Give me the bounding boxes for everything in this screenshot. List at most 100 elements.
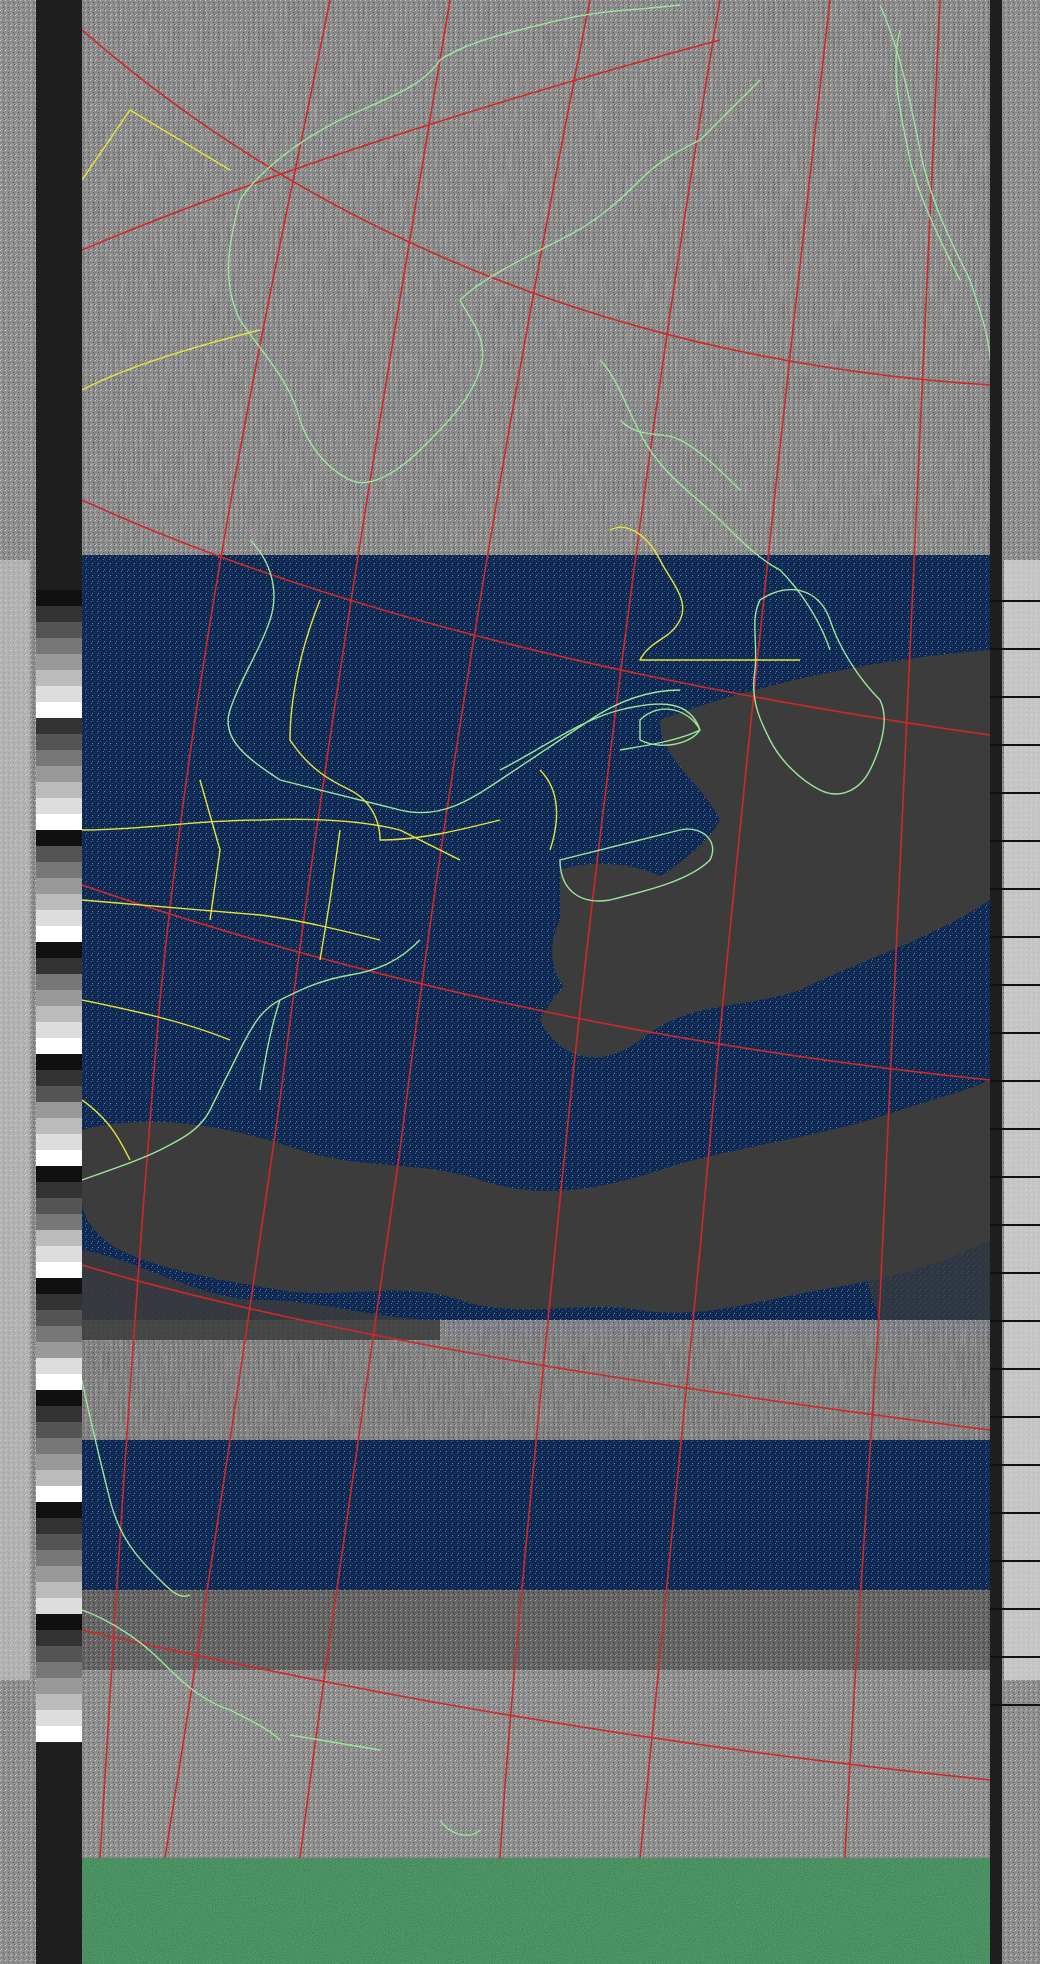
calibration-wedge-step [36,1598,82,1614]
left-calibration-strip [0,0,82,1964]
calibration-wedge-step [36,1198,82,1214]
calibration-wedge-step [36,1166,82,1182]
calibration-tick [990,1560,1040,1562]
calibration-wedge-step [36,702,82,718]
calibration-wedge-step [36,1262,82,1278]
calibration-wedge-step [36,782,82,798]
calibration-wedge-step [36,1662,82,1678]
calibration-wedge-step [36,1470,82,1486]
calibration-wedge-step [36,926,82,942]
calibration-wedge-step [36,1006,82,1022]
calibration-wedge-step [36,734,82,750]
calibration-wedge-step [36,814,82,830]
calibration-wedge-step [36,862,82,878]
calibration-tick [990,648,1040,650]
calibration-wedge-step [36,670,82,686]
calibration-wedge-step [36,1134,82,1150]
calibration-wedge-step [36,1246,82,1262]
calibration-tick [990,1128,1040,1130]
calibration-wedge-step [36,718,82,734]
calibration-wedge-step [36,1454,82,1470]
calibration-tick [990,936,1040,938]
calibration-wedge-step [36,766,82,782]
calibration-wedge-step [36,1438,82,1454]
calibration-wedge-step [36,942,82,958]
calibration-tick [990,888,1040,890]
calibration-wedge-step [36,1678,82,1694]
calibration-wedge-step [36,1342,82,1358]
calibration-wedge-step [36,1374,82,1390]
calibration-wedge-step [36,1102,82,1118]
calibration-wedge-step [36,1518,82,1534]
calibration-wedge-step [36,654,82,670]
calibration-wedge-step [36,1646,82,1662]
calibration-tick [990,1608,1040,1610]
bottom-sync-band [82,1858,990,1964]
calibration-wedge-step [36,1726,82,1742]
calibration-wedge-step [36,638,82,654]
calibration-wedge-step [36,878,82,894]
calibration-wedge-step [36,1582,82,1598]
calibration-tick [990,696,1040,698]
calibration-wedge-step [36,1118,82,1134]
calibration-tick [990,1656,1040,1658]
calibration-wedge-step [36,1054,82,1070]
calibration-wedge-step [36,750,82,766]
calibration-wedge-step [36,1630,82,1646]
calibration-wedge-step [36,1326,82,1342]
calibration-wedge-step [36,1422,82,1438]
calibration-wedge-step [36,1022,82,1038]
calibration-tick [990,1080,1040,1082]
calibration-tick [990,1272,1040,1274]
calibration-tick [990,1032,1040,1034]
calibration-wedge-step [36,1278,82,1294]
calibration-wedge-step [36,798,82,814]
calibration-wedge-step [36,1038,82,1054]
calibration-tick [990,1176,1040,1178]
calibration-wedge-step [36,1502,82,1518]
calibration-wedge-step [36,958,82,974]
calibration-wedge-step [36,606,82,622]
calibration-tick [990,1368,1040,1370]
calibration-wedge-step [36,1566,82,1582]
calibration-wedge-step [36,1214,82,1230]
calibration-wedge-step [36,1614,82,1630]
calibration-wedge-step [36,1086,82,1102]
calibration-tick [990,1464,1040,1466]
calibration-wedge-step [36,974,82,990]
calibration-wedge-step [36,1358,82,1374]
calibration-tick [990,984,1040,986]
calibration-wedge-step [36,1550,82,1566]
calibration-wedge-step [36,590,82,606]
calibration-tick [990,792,1040,794]
calibration-wedge-step [36,1294,82,1310]
calibration-tick [990,1224,1040,1226]
calibration-wedge-step [36,1390,82,1406]
right-calibration-strip [990,0,1040,1964]
calibration-tick [990,1512,1040,1514]
calibration-wedge-step [36,830,82,846]
calibration-wedge-step [36,1150,82,1166]
calibration-tick [990,1704,1040,1706]
calibration-wedge-step [36,1710,82,1726]
calibration-tick [990,840,1040,842]
apt-map-svg [0,0,1040,1964]
calibration-tick [990,1320,1040,1322]
calibration-wedge-step [36,1310,82,1326]
calibration-wedge-step [36,622,82,638]
calibration-tick [990,600,1040,602]
calibration-wedge-step [36,1230,82,1246]
calibration-wedge-step [36,1070,82,1086]
calibration-wedge-step [36,1486,82,1502]
calibration-tick [990,744,1040,746]
calibration-wedge-step [36,686,82,702]
satellite-image [0,0,1040,1964]
calibration-wedge-step [36,1406,82,1422]
calibration-wedge-step [36,894,82,910]
calibration-wedge-step [36,1182,82,1198]
calibration-wedge-step [36,910,82,926]
calibration-wedge-step [36,1694,82,1710]
calibration-tick [990,1416,1040,1418]
calibration-wedge-step [36,846,82,862]
calibration-wedge-step [36,1534,82,1550]
